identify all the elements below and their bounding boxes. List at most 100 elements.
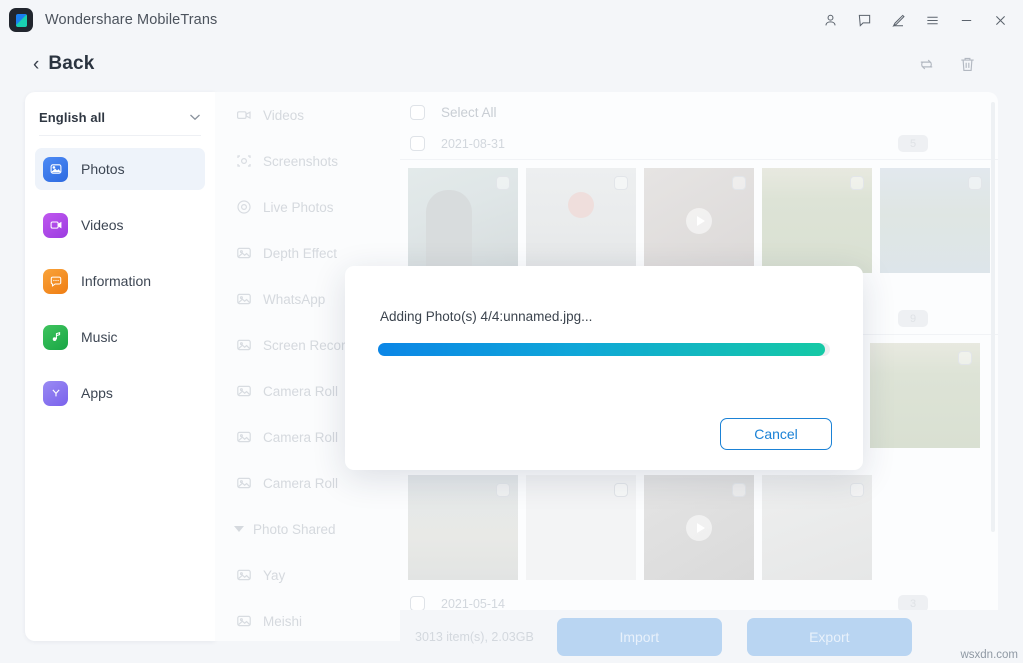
photo-icon (235, 475, 252, 492)
cancel-button[interactable]: Cancel (720, 418, 832, 450)
menu-icon[interactable] (915, 4, 949, 36)
sidebar-item-photos[interactable]: Photos (35, 148, 205, 190)
thumb-palm-beach[interactable] (880, 168, 990, 273)
thumb-hedge[interactable] (762, 168, 872, 273)
thumb-person[interactable] (408, 168, 518, 273)
sidebar-item-videos[interactable]: Videos (35, 204, 205, 246)
thumb-desk-cables[interactable] (762, 475, 872, 580)
progress-dialog: Adding Photo(s) 4/4:unnamed.jpg... Cance… (345, 266, 863, 470)
thumb-infographic[interactable] (526, 475, 636, 580)
date-group-header[interactable]: 2021-08-31 5 (400, 128, 998, 160)
category-label: Live Photos (263, 199, 334, 215)
title-bar: Wondershare MobileTrans (0, 0, 1023, 40)
thumb-checkbox[interactable] (614, 176, 628, 190)
photos-icon (43, 156, 68, 182)
apps-icon (43, 380, 68, 406)
thumb-video-hand[interactable] (644, 168, 754, 273)
sub-header: ‹ Back (0, 40, 1023, 88)
select-all-checkbox[interactable] (410, 104, 425, 120)
thumb-checkbox[interactable] (958, 351, 972, 365)
photo-icon (235, 337, 252, 354)
window-controls (813, 4, 1023, 36)
select-all-label: Select All (441, 104, 497, 120)
thumb-checkbox[interactable] (732, 483, 746, 497)
sidebar-item-music[interactable]: Music (35, 316, 205, 358)
thumb-hedge-2[interactable] (870, 343, 980, 448)
account-icon[interactable] (813, 4, 847, 36)
thumb-video-room[interactable] (644, 475, 754, 580)
back-chevron-icon: ‹ (33, 53, 40, 75)
select-all-row[interactable]: Select All (400, 96, 998, 128)
thumb-flowers[interactable] (526, 168, 636, 273)
close-icon[interactable] (983, 4, 1017, 36)
sidebar-nav: Photos Videos Information Music Apps (25, 148, 215, 414)
sidebar: English all Photos Videos Information Mu… (25, 92, 215, 641)
thumbnail-row (400, 160, 998, 273)
photo-icon (235, 245, 252, 262)
category-label: WhatsApp (263, 291, 326, 307)
minimize-icon[interactable] (949, 4, 983, 36)
thumb-checkbox[interactable] (496, 176, 510, 190)
triangle-down-icon (234, 526, 244, 532)
progress-bar-track (378, 343, 830, 356)
import-button[interactable]: Import (556, 617, 722, 656)
screenshot-icon (235, 153, 252, 170)
play-icon (686, 207, 712, 234)
category-label: Depth Effect (263, 245, 338, 261)
music-icon (43, 324, 68, 350)
thumb-checkbox[interactable] (850, 176, 864, 190)
category-label: Camera Roll (263, 475, 339, 491)
category-label: Camera Roll (263, 383, 339, 399)
sidebar-item-label: Information (81, 273, 152, 289)
photo-icon (235, 291, 252, 308)
refresh-icon[interactable] (917, 55, 936, 74)
sidebar-item-label: Apps (81, 385, 113, 401)
back-label: Back (48, 53, 95, 74)
progress-bar-fill (378, 343, 826, 356)
thumb-checkbox[interactable] (496, 483, 510, 497)
date-group-count: 5 (898, 135, 928, 152)
thumb-checkbox[interactable] (614, 483, 628, 497)
category-label: Screenshots (263, 153, 339, 169)
date-group-checkbox[interactable] (410, 596, 425, 611)
sidebar-item-information[interactable]: Information (35, 260, 205, 302)
language-selector[interactable]: English all (39, 104, 201, 136)
photo-icon (235, 429, 252, 446)
category-label: Yay (263, 567, 286, 583)
chevron-down-icon (189, 112, 201, 124)
sidebar-item-apps[interactable]: Apps (35, 372, 205, 414)
thumbnail-row (400, 467, 998, 580)
application-window: Wondershare MobileTrans ‹ Back English a… (0, 0, 1023, 663)
video-camera-icon (235, 107, 252, 124)
information-icon (43, 268, 68, 294)
thumb-checkbox[interactable] (968, 176, 982, 190)
photo-icon (235, 613, 252, 630)
header-tools (917, 55, 1023, 74)
watermark: wsxdn.com (960, 649, 1018, 661)
photo-icon (235, 567, 252, 584)
sidebar-item-label: Photos (81, 161, 125, 177)
photo-icon (235, 383, 252, 400)
thumb-checkbox[interactable] (732, 176, 746, 190)
category-item-screenshots[interactable]: Screenshots (215, 138, 400, 184)
category-item-meishi[interactable]: Meishi (215, 598, 400, 641)
app-title: Wondershare MobileTrans (45, 12, 218, 28)
date-group-checkbox[interactable] (410, 136, 425, 151)
category-item-live-photos[interactable]: Live Photos (215, 184, 400, 230)
category-item-videos[interactable]: Videos (215, 92, 400, 138)
category-label: Meishi (263, 613, 303, 629)
play-icon (686, 514, 712, 541)
edit-icon[interactable] (881, 4, 915, 36)
feedback-icon[interactable] (847, 4, 881, 36)
category-item-yay[interactable]: Yay (215, 552, 400, 598)
language-label: English all (39, 110, 106, 125)
thumb-totoro[interactable] (408, 475, 518, 580)
category-group-photo-shared[interactable]: Photo Shared (215, 506, 400, 552)
sidebar-item-label: Music (81, 329, 118, 345)
thumb-checkbox[interactable] (850, 483, 864, 497)
export-button[interactable]: Export (746, 617, 912, 656)
date-group-count: 9 (898, 310, 928, 327)
content-scrollbar[interactable] (991, 102, 995, 532)
back-button[interactable]: ‹ Back (33, 53, 95, 75)
delete-icon[interactable] (958, 55, 977, 74)
